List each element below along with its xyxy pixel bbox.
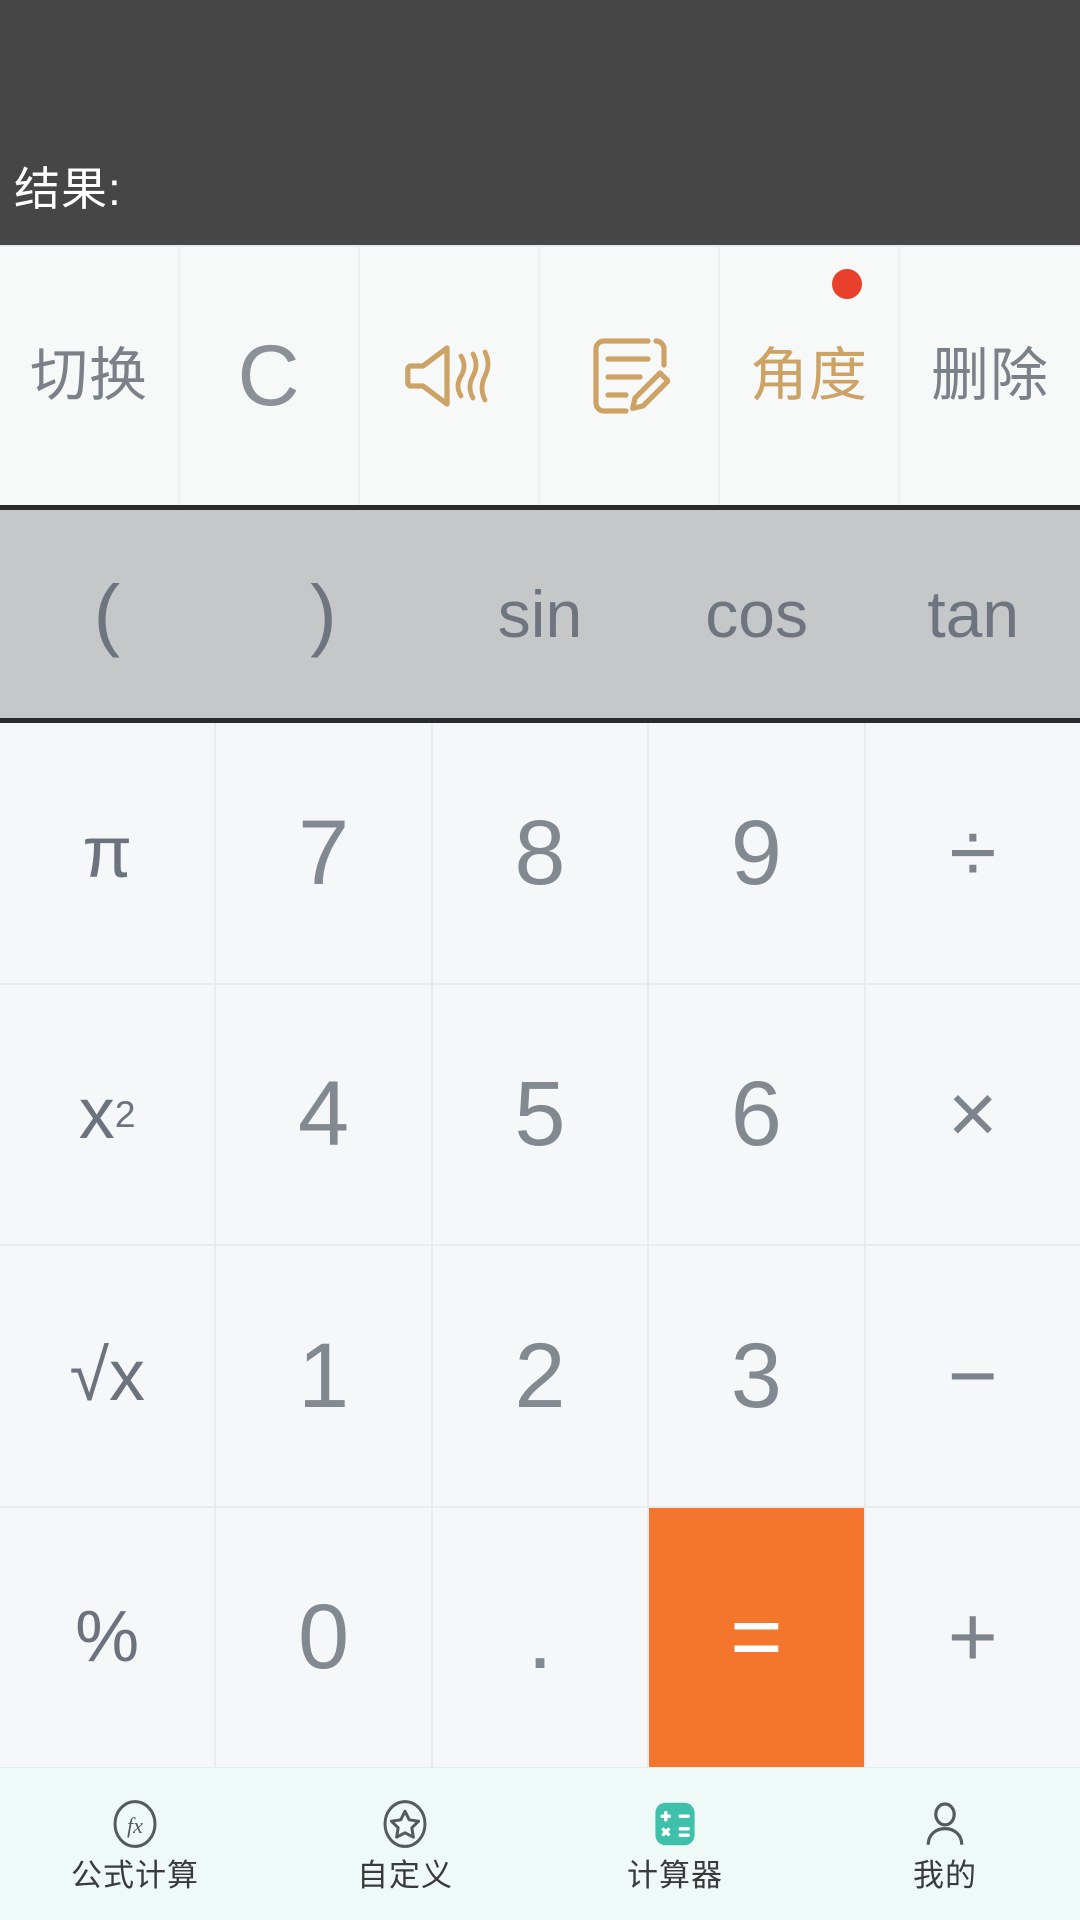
nav-item-calculator[interactable]: 计算器 — [540, 1768, 810, 1920]
zero-key[interactable]: 0 — [216, 1507, 431, 1767]
sin-button[interactable]: sin — [433, 510, 647, 718]
star-circle-icon — [379, 1798, 431, 1850]
person-icon — [919, 1798, 971, 1850]
nav-item-formula-calc[interactable]: fx 公式计算 — [0, 1768, 270, 1920]
square-root-key[interactable]: √x — [0, 1246, 215, 1506]
fx-circle-icon: fx — [109, 1798, 161, 1850]
open-paren-button[interactable]: ( — [0, 510, 214, 718]
angle-button[interactable]: 角度 — [720, 247, 900, 505]
nav-label-mine: 我的 — [913, 1857, 977, 1893]
tan-button[interactable]: tan — [866, 510, 1080, 718]
switch-label: 切换 — [29, 343, 148, 408]
x-squared-base: x — [78, 1074, 115, 1155]
nav-item-mine[interactable]: 我的 — [810, 1768, 1080, 1920]
note-button[interactable] — [540, 247, 720, 505]
cos-button[interactable]: cos — [649, 510, 864, 718]
one-key[interactable]: 1 — [216, 1246, 431, 1506]
multiply-key[interactable]: × — [865, 984, 1080, 1244]
divide-key[interactable]: ÷ — [865, 723, 1080, 983]
nav-label-formula-calc: 公式计算 — [71, 1857, 199, 1893]
nine-key[interactable]: 9 — [649, 723, 864, 983]
scientific-row: ( ) sin cos tan — [0, 505, 1080, 723]
function-row: 切换 C 角度 删除 — [0, 245, 1080, 505]
subtract-key[interactable]: − — [865, 1246, 1080, 1506]
seven-key[interactable]: 7 — [216, 723, 431, 983]
display-area: 结果: — [0, 0, 1080, 245]
sound-button[interactable] — [360, 247, 540, 505]
bottom-navigation: fx 公式计算 自定义 计算器 我的 — [0, 1767, 1080, 1920]
five-key[interactable]: 5 — [432, 984, 648, 1244]
sound-icon — [403, 338, 495, 414]
delete-label: 删除 — [930, 343, 1049, 408]
display-expression — [14, 109, 1080, 161]
close-paren-button[interactable]: ) — [216, 510, 431, 718]
two-key[interactable]: 2 — [432, 1246, 648, 1506]
switch-button[interactable]: 切换 — [0, 247, 180, 505]
add-key[interactable]: + — [865, 1507, 1080, 1767]
x-squared-key[interactable]: x2 — [0, 984, 215, 1244]
nav-item-custom[interactable]: 自定义 — [270, 1768, 540, 1920]
six-key[interactable]: 6 — [649, 984, 864, 1244]
svg-text:fx: fx — [127, 1813, 143, 1838]
calculator-app: 结果: 切换 C 角度 删除 () sin cos tan π 7 8 9 ÷… — [0, 0, 1080, 1920]
note-edit-icon — [588, 333, 670, 419]
decimal-key[interactable]: . — [432, 1507, 648, 1767]
nav-label-custom: 自定义 — [357, 1857, 453, 1893]
percent-key[interactable]: % — [0, 1507, 215, 1767]
display-result: 结果: — [14, 163, 122, 215]
angle-label: 角度 — [749, 343, 868, 408]
eight-key[interactable]: 8 — [432, 723, 648, 983]
pi-key[interactable]: π — [0, 723, 215, 983]
calculator-icon — [649, 1798, 701, 1850]
three-key[interactable]: 3 — [649, 1246, 864, 1506]
delete-button[interactable]: 删除 — [900, 247, 1080, 505]
nav-label-calculator: 计算器 — [627, 1857, 723, 1893]
clear-label: C — [237, 328, 301, 424]
clear-button[interactable]: C — [180, 247, 360, 505]
equals-key[interactable]: = — [649, 1507, 864, 1767]
keypad: π 7 8 9 ÷ x2 4 5 6 × √x 1 2 3 − % 0 . = … — [0, 723, 1080, 1767]
four-key[interactable]: 4 — [216, 984, 431, 1244]
angle-badge-dot — [832, 269, 862, 299]
